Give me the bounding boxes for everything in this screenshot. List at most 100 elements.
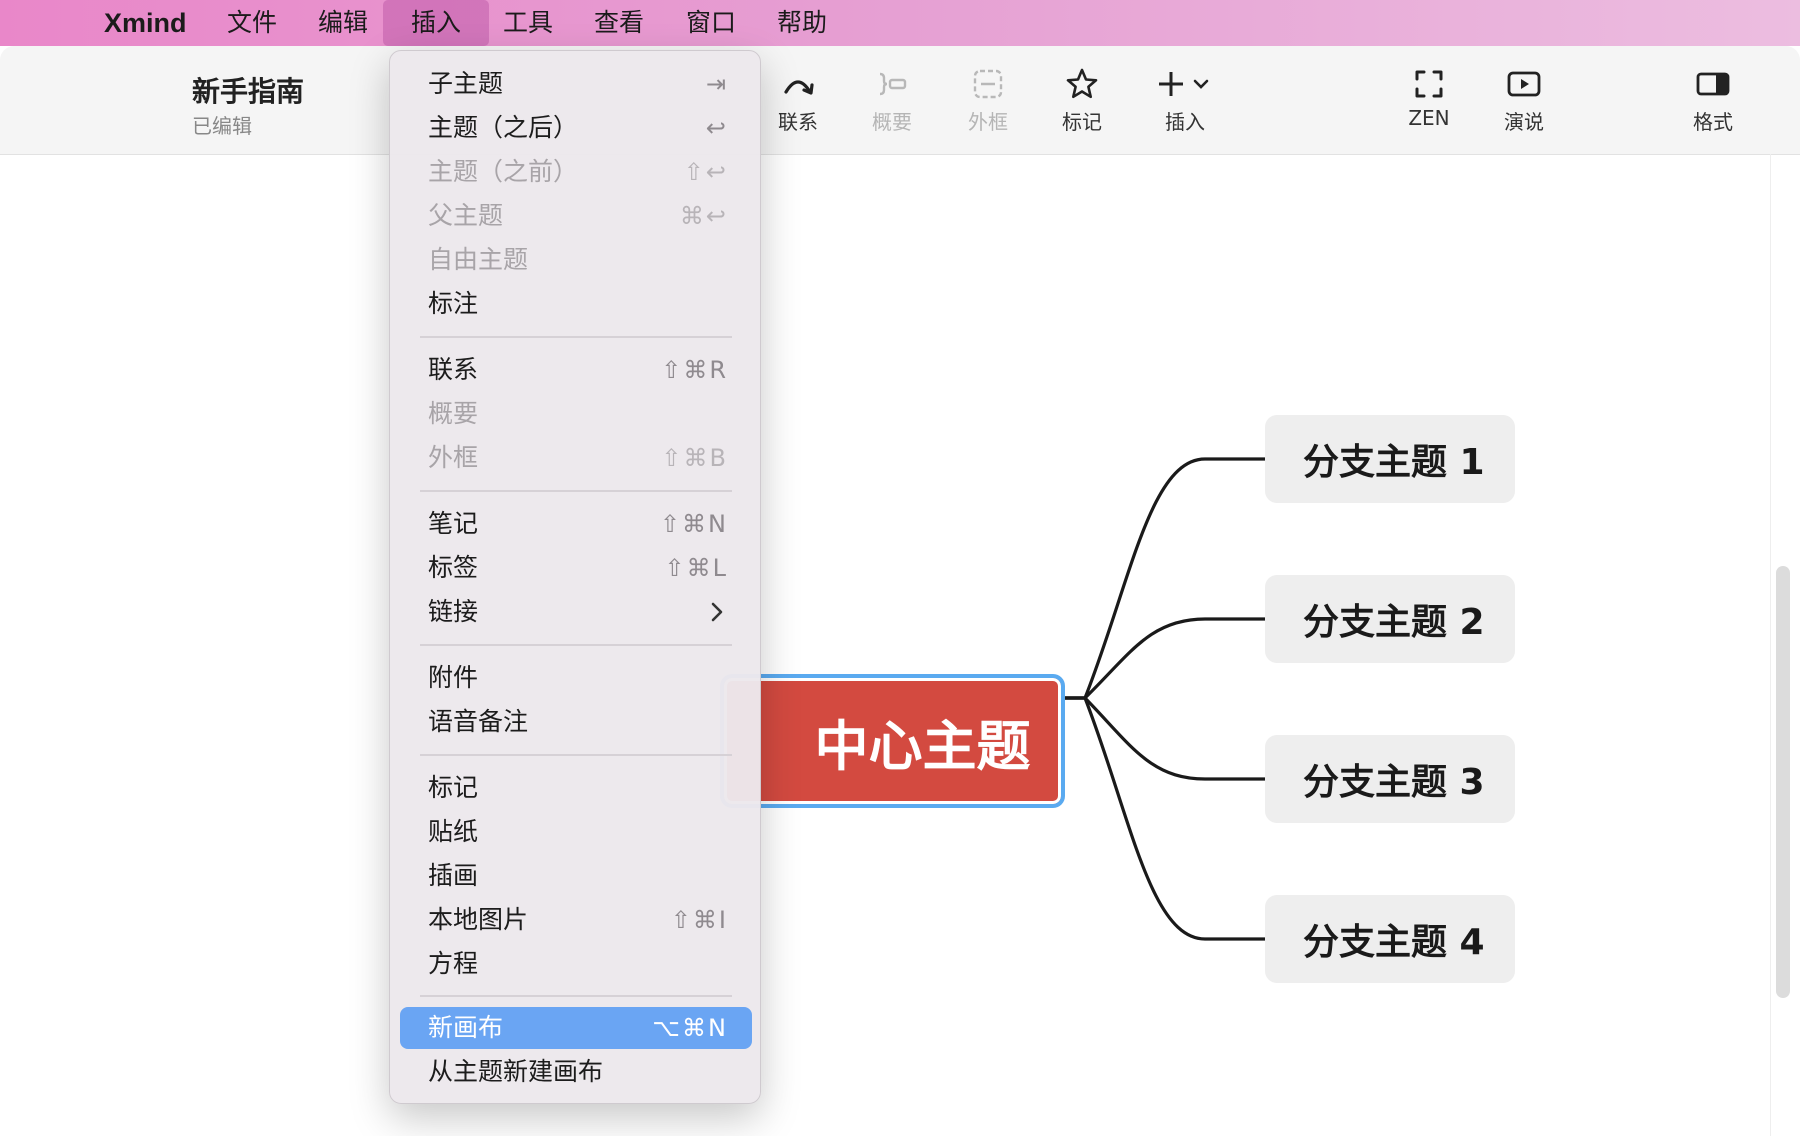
present-label: 演说 <box>1504 110 1544 134</box>
menu-item-parent-topic: 父主题 ⌘↩ <box>400 195 752 237</box>
menu-item-label: 本地图片 <box>428 905 529 934</box>
menu-item-label: 笔记 <box>428 509 479 538</box>
menu-item-label: 标注 <box>428 289 479 318</box>
menu-item-local-image[interactable]: 本地图片 ⇧⌘I <box>400 899 752 941</box>
marker-label: 标记 <box>1062 110 1102 134</box>
side-panel-icon <box>1658 60 1768 106</box>
plus-chevron-icon <box>1130 60 1240 106</box>
menu-item-label: 从主题新建画布 <box>428 1057 604 1086</box>
menu-file[interactable]: 文件 <box>227 0 277 46</box>
vertical-scrollbar[interactable] <box>1776 566 1790 998</box>
marker-button[interactable]: 标记 <box>1027 60 1137 150</box>
menu-item-sticker[interactable]: 贴纸 <box>400 811 752 853</box>
menu-item-link[interactable]: 链接 <box>400 591 752 633</box>
menu-window[interactable]: 窗口 <box>686 0 736 46</box>
menu-item-label: 联系 <box>428 355 479 384</box>
insert-toolbar-button[interactable]: 插入 <box>1130 60 1240 150</box>
branch-topic-3[interactable]: 分支主题 3 <box>1265 735 1515 823</box>
menu-item-label: 外框 <box>428 443 479 472</box>
menu-item-label: 主题（之后） <box>428 113 579 142</box>
menu-item-label: 主题（之前） <box>428 157 579 186</box>
menu-help[interactable]: 帮助 <box>777 0 827 46</box>
document-title: 新手指南 <box>192 75 305 108</box>
menu-item-topic-after[interactable]: 主题（之后） ↩ <box>400 107 752 149</box>
connector-lines <box>1065 457 1265 941</box>
menu-item-label: 父主题 <box>428 201 504 230</box>
menu-separator <box>420 490 732 492</box>
insert-menu-dropdown: 子主题 ⇥ 主题（之后） ↩ 主题（之前） ⇧↩ 父主题 ⌘↩ 自由主题 标注 … <box>389 50 761 1104</box>
menu-item-voice-note[interactable]: 语音备注 <box>400 701 752 743</box>
shortcut-shift-cmd-r: ⇧⌘R <box>661 356 728 384</box>
menu-item-label: 语音备注 <box>428 707 529 736</box>
central-topic[interactable]: 中心主题 <box>720 674 1065 808</box>
menu-tools[interactable]: 工具 <box>503 0 553 46</box>
menu-item-label: 方程 <box>428 949 479 978</box>
menu-view[interactable]: 查看 <box>594 0 644 46</box>
menu-item-new-sheet[interactable]: 新画布 ⌥⌘N <box>400 1007 752 1049</box>
summary-brace-icon <box>837 60 947 106</box>
shortcut-shift-cmd-i: ⇧⌘I <box>670 906 728 934</box>
menu-item-labels[interactable]: 标签 ⇧⌘L <box>400 547 752 589</box>
menu-item-subtopic[interactable]: 子主题 ⇥ <box>400 63 752 105</box>
menu-insert[interactable]: 插入 <box>383 0 490 46</box>
fullscreen-icon <box>1374 60 1484 106</box>
menu-item-summary: 概要 <box>400 393 752 435</box>
mindmap-canvas[interactable]: 中心主题 分支主题 1 分支主题 2 分支主题 3 分支主题 4 <box>0 154 1800 1136</box>
menu-item-floating-topic: 自由主题 <box>400 239 752 281</box>
menu-item-new-sheet-from-topic[interactable]: 从主题新建画布 <box>400 1051 752 1093</box>
menu-item-relationship[interactable]: 联系 ⇧⌘R <box>400 349 752 391</box>
branch-topic-2[interactable]: 分支主题 2 <box>1265 575 1515 663</box>
summary-button[interactable]: 概要 <box>837 60 947 150</box>
summary-label: 概要 <box>872 110 912 134</box>
menu-edit[interactable]: 编辑 <box>318 0 368 46</box>
play-screen-icon <box>1469 60 1579 106</box>
shortcut-cmd-return: ⌘↩ <box>679 202 728 230</box>
menu-item-callout[interactable]: 标注 <box>400 283 752 325</box>
document-status: 已编辑 <box>192 114 252 138</box>
menu-item-label: 概要 <box>428 399 479 428</box>
menu-item-label: 标记 <box>428 773 479 802</box>
shortcut-tab: ⇥ <box>705 70 728 98</box>
shortcut-return: ↩ <box>705 114 728 142</box>
insert-toolbar-label: 插入 <box>1165 110 1205 134</box>
menu-separator <box>420 644 732 646</box>
menu-item-label: 自由主题 <box>428 245 529 274</box>
menu-separator <box>420 336 732 338</box>
shortcut-shift-cmd-n: ⇧⌘N <box>659 510 728 538</box>
canvas-edge <box>1770 154 1771 1136</box>
zen-label: ZEN <box>1408 106 1450 130</box>
toolbar: 新手指南 已编辑 联系 概要 外框 标记 插入 ZEN 演说 格式 <box>0 46 1800 155</box>
menu-item-notes[interactable]: 笔记 ⇧⌘N <box>400 503 752 545</box>
menu-item-marker[interactable]: 标记 <box>400 767 752 809</box>
menu-item-label: 附件 <box>428 663 479 692</box>
branch-topic-1[interactable]: 分支主题 1 <box>1265 415 1515 503</box>
present-button[interactable]: 演说 <box>1469 60 1579 150</box>
shortcut-shift-cmd-l: ⇧⌘L <box>664 554 728 582</box>
chevron-right-icon <box>711 602 723 622</box>
shortcut-shift-return: ⇧↩ <box>683 158 728 186</box>
shortcut-opt-cmd-n: ⌥⌘N <box>652 1014 728 1042</box>
menu-separator <box>420 754 732 756</box>
shortcut-shift-cmd-b: ⇧⌘B <box>661 444 728 472</box>
menu-item-label: 标签 <box>428 553 479 582</box>
format-label: 格式 <box>1693 110 1733 134</box>
format-button[interactable]: 格式 <box>1658 60 1768 150</box>
menu-item-illustration[interactable]: 插画 <box>400 855 752 897</box>
menu-item-label: 链接 <box>428 597 479 626</box>
menu-item-boundary: 外框 ⇧⌘B <box>400 437 752 479</box>
menu-separator <box>420 995 732 997</box>
menu-item-attachment[interactable]: 附件 <box>400 657 752 699</box>
menu-item-equation[interactable]: 方程 <box>400 943 752 985</box>
menu-item-label: 贴纸 <box>428 817 479 846</box>
menu-item-label: 新画布 <box>428 1013 504 1042</box>
app-window: 新手指南 已编辑 联系 概要 外框 标记 插入 ZEN 演说 格式 中心主题 分… <box>0 46 1800 1136</box>
menu-item-label: 插画 <box>428 861 479 890</box>
menu-item-topic-before: 主题（之前） ⇧↩ <box>400 151 752 193</box>
central-topic-label: 中心主题 <box>814 714 1031 778</box>
zen-button[interactable]: ZEN <box>1374 60 1484 150</box>
menu-item-label: 子主题 <box>428 69 504 98</box>
star-icon <box>1027 60 1137 106</box>
menu-bar: Xmind 文件 编辑 插入 工具 查看 窗口 帮助 <box>0 0 1800 46</box>
menu-app-xmind[interactable]: Xmind <box>104 0 187 46</box>
branch-topic-4[interactable]: 分支主题 4 <box>1265 895 1515 983</box>
